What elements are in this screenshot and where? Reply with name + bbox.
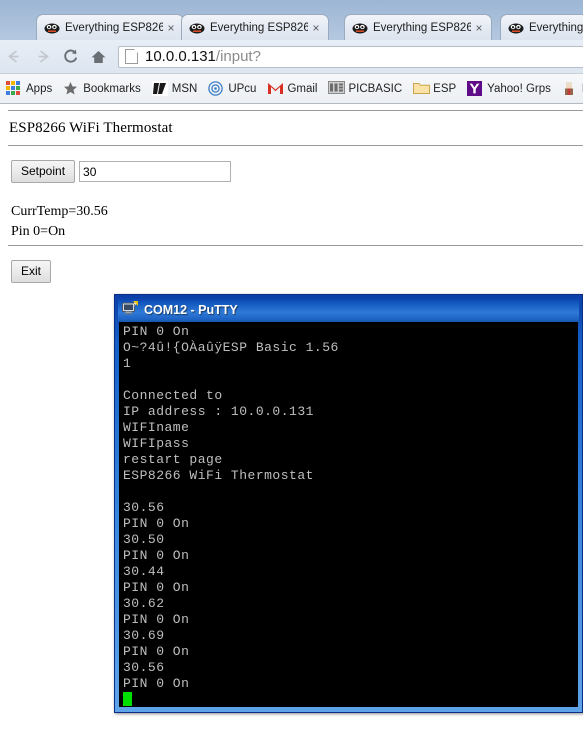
- putty-window[interactable]: COM12 - PuTTY PIN 0 On O~?4û!{OÀaûÿESP B…: [114, 294, 583, 713]
- upcu-icon: [208, 80, 224, 97]
- terminal-line: 30.56: [123, 660, 165, 675]
- browser-tab-2[interactable]: Everything ESP8266 - ×: [181, 14, 329, 40]
- tab-strip: Everything ESP8266 - × Everything ESP826…: [0, 0, 583, 40]
- putty-terminal-icon: [122, 300, 139, 321]
- setpoint-button[interactable]: Setpoint: [11, 160, 76, 183]
- browser-tab-title: Everything: [529, 21, 583, 34]
- terminal-line: WIFIpass: [123, 436, 190, 451]
- pin-state-text: Pin 0=On: [11, 224, 66, 239]
- browser-chrome: Everything ESP8266 - × Everything ESP826…: [0, 0, 583, 104]
- esp8266-favicon-icon: [189, 21, 205, 35]
- bookmark-yahoo-grps[interactable]: Yahoo! Grps: [467, 80, 551, 97]
- bookmark-label: UPcu: [228, 82, 257, 95]
- tab-close-icon[interactable]: ×: [163, 21, 179, 35]
- terminal-line: PIN 0 On: [123, 612, 190, 627]
- bookmark-bookmarks[interactable]: Bookmarks: [63, 81, 141, 97]
- terminal-line: PIN 0 On: [123, 644, 190, 659]
- block-cursor-icon: [123, 692, 132, 706]
- esp8266-favicon-icon: [44, 21, 60, 35]
- home-icon[interactable]: [84, 49, 112, 65]
- exit-form: Exit: [11, 260, 52, 283]
- terminal-line: ESP8266 WiFi Thermostat: [123, 468, 314, 483]
- esp8266-favicon-icon: [508, 21, 524, 35]
- bookmark-msn[interactable]: MSN: [151, 80, 198, 97]
- putty-terminal[interactable]: PIN 0 On O~?4û!{OÀaûÿESP Basic 1.56 1 Co…: [119, 322, 578, 707]
- setpoint-form: Setpoint: [11, 160, 232, 183]
- terminal-line: Connected to: [123, 388, 223, 403]
- tab-close-icon[interactable]: ×: [471, 21, 487, 35]
- bookmark-dilbert[interactable]: Dilbe: [562, 81, 583, 97]
- address-path: /input?: [215, 48, 261, 65]
- bookmark-label: Apps: [26, 82, 53, 95]
- browser-toolbar: 10.0.0.131/input?: [0, 40, 583, 73]
- bookmark-label: MSN: [171, 82, 198, 95]
- forward-arrow-icon[interactable]: [28, 49, 56, 64]
- browser-tab-title: Everything ESP8266 -: [210, 21, 308, 34]
- bookmarks-bar: Apps Bookmarks MSN UPcu Gmail PICBASIC E…: [0, 73, 583, 104]
- bookmark-esp[interactable]: ESP: [413, 81, 456, 97]
- exit-button[interactable]: Exit: [11, 260, 52, 283]
- msn-butterfly-icon: [151, 80, 168, 97]
- apps-grid-icon: [6, 80, 22, 97]
- tab-close-icon[interactable]: ×: [308, 21, 324, 35]
- status-readout: CurrTemp=30.56 Pin 0=On: [11, 202, 108, 242]
- back-arrow-icon[interactable]: [0, 49, 28, 64]
- terminal-line: 30.62: [123, 596, 165, 611]
- browser-tab-title: Everything ESP8266 -: [373, 21, 471, 34]
- bookmark-label: PICBASIC: [348, 82, 403, 95]
- picbasic-icon: [328, 80, 346, 97]
- terminal-line: PIN 0 On: [123, 324, 190, 339]
- terminal-line: O~?4û!{OÀaûÿESP Basic 1.56: [123, 340, 339, 355]
- current-temp-text: CurrTemp=30.56: [11, 204, 108, 219]
- browser-tab-3[interactable]: Everything ESP8266 - ×: [344, 14, 492, 40]
- terminal-line: PIN 0 On: [123, 516, 190, 531]
- terminal-line: PIN 0 On: [123, 548, 190, 563]
- folder-icon: [413, 81, 431, 97]
- bookmark-label: Bookmarks: [83, 82, 141, 95]
- bookmark-label: Yahoo! Grps: [487, 82, 551, 95]
- terminal-line: 30.56: [123, 500, 165, 515]
- bookmark-gmail[interactable]: Gmail: [267, 81, 317, 97]
- bookmark-label: ESP: [433, 82, 457, 95]
- terminal-line: 1: [123, 356, 132, 371]
- browser-tab-4[interactable]: Everything ×: [500, 14, 583, 40]
- terminal-line: 30.69: [123, 628, 165, 643]
- putty-title-bar[interactable]: COM12 - PuTTY: [118, 298, 579, 322]
- browser-tab-1[interactable]: Everything ESP8266 - ×: [36, 14, 184, 40]
- bookmark-picbasic[interactable]: PICBASIC: [328, 80, 403, 97]
- horizontal-rule-top: [8, 110, 583, 111]
- terminal-line: IP address : 10.0.0.131: [123, 404, 314, 419]
- terminal-line: WIFIname: [123, 420, 190, 435]
- bookmark-upcu[interactable]: UPcu: [208, 80, 257, 97]
- bookmark-label: Gmail: [287, 82, 318, 95]
- address-host: 10.0.0.131: [145, 48, 216, 65]
- page-icon: [125, 49, 138, 64]
- terminal-line: 30.50: [123, 532, 165, 547]
- horizontal-rule-middle: [8, 145, 583, 146]
- browser-tab-title: Everything ESP8266 -: [65, 21, 163, 34]
- bookmark-apps[interactable]: Apps: [6, 80, 53, 97]
- putty-window-frame: COM12 - PuTTY PIN 0 On O~?4û!{OÀaûÿESP B…: [115, 295, 582, 712]
- yahoo-y-icon: [467, 80, 483, 97]
- esp8266-favicon-icon: [352, 21, 368, 35]
- terminal-cursor-line: [123, 692, 578, 707]
- dilbert-icon: [562, 81, 578, 97]
- reload-icon[interactable]: [56, 48, 84, 65]
- terminal-line: 30.44: [123, 564, 165, 579]
- star-icon: [63, 81, 79, 97]
- setpoint-input[interactable]: [79, 161, 232, 182]
- terminal-line: restart page: [123, 452, 223, 467]
- putty-title-text: COM12 - PuTTY: [144, 303, 238, 317]
- terminal-line: PIN 0 On: [123, 580, 190, 595]
- page-title: ESP8266 WiFi Thermostat: [9, 120, 173, 136]
- horizontal-rule-bottom: [8, 245, 583, 246]
- gmail-m-icon: [267, 81, 284, 97]
- address-bar[interactable]: 10.0.0.131/input?: [118, 45, 583, 68]
- terminal-line: PIN 0 On: [123, 676, 190, 691]
- address-bar-text: 10.0.0.131/input?: [145, 48, 261, 65]
